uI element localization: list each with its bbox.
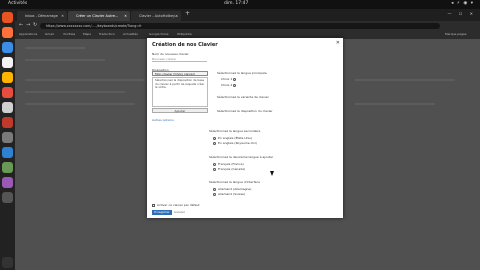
code-icon[interactable]: [2, 147, 13, 158]
more-options-link[interactable]: Autres options: [152, 118, 174, 122]
background-row: [25, 91, 125, 93]
clock[interactable]: dim. 17:47: [224, 1, 248, 6]
bookmark[interactable]: Applications: [19, 32, 37, 36]
mail-icon[interactable]: [2, 42, 13, 53]
dock: [0, 9, 15, 270]
second-language-heading: Sélectionnez la deuxième langue à ajoute…: [209, 155, 274, 159]
system-tray[interactable]: ◂ ⚡ ◉ ▾: [451, 1, 474, 6]
mouse-cursor-icon: [270, 171, 274, 176]
reload-icon[interactable]: ↻: [33, 22, 37, 28]
settings-icon[interactable]: [2, 102, 13, 113]
create-keyboard-dialog: Création de nos Clavier ✕ Nom du nouveau…: [147, 38, 343, 218]
tool-icon[interactable]: [2, 192, 13, 203]
secondary-option[interactable]: En anglais (États-Unis): [213, 136, 252, 140]
variant-heading: Sélectionnez la variante de clavier: [217, 95, 269, 99]
address-bar: ← → ↻ https://www.xxxxxxxx.com/...../key…: [15, 21, 480, 31]
background-row: [25, 79, 145, 81]
bookmark[interactable]: Wikipédia: [177, 32, 192, 36]
close-icon[interactable]: ✕: [336, 40, 340, 46]
bookmark[interactable]: Traduction: [99, 32, 115, 36]
choice-2[interactable]: Choix 2: [221, 83, 238, 87]
choice-1[interactable]: Choix 1: [221, 77, 238, 81]
default-checkbox[interactable]: Activer ce clavier par défaut: [152, 203, 200, 207]
secondary-language-heading: Sélectionnez la langue secondaire: [209, 129, 261, 133]
background-row: [355, 103, 435, 105]
name-label: Nom du nouveau clavier: [152, 52, 189, 56]
forward-icon[interactable]: →: [26, 22, 30, 28]
interface-language-option[interactable]: Allemand (Suisse): [213, 192, 245, 196]
window-controls[interactable]: — ☐ ✕: [448, 11, 476, 16]
office-icon[interactable]: [2, 57, 13, 68]
second-language-option[interactable]: Français (France): [213, 162, 244, 166]
interface-language-heading: Sélectionnez la langue d'interface: [209, 180, 261, 184]
primary-language-heading: Sélectionnez la langue principale: [217, 71, 267, 75]
layout-heading: Sélectionnez la disposition du clavier: [217, 109, 273, 113]
secondary-option[interactable]: En anglais (Royaume-Uni): [213, 141, 257, 145]
second-language-option[interactable]: Français (Canada): [213, 167, 245, 171]
bookmark[interactable]: Actualités: [123, 32, 138, 36]
interface-language-option[interactable]: Allemand (Allemagne): [213, 187, 251, 191]
new-tab-button[interactable]: +: [185, 10, 190, 17]
bookmark[interactable]: Gmail: [45, 32, 54, 36]
chat-icon[interactable]: [2, 177, 13, 188]
background-row: [355, 79, 455, 81]
background-row: [25, 47, 85, 49]
background-row: [25, 103, 135, 105]
terminal-icon[interactable]: [2, 132, 13, 143]
back-icon[interactable]: ←: [19, 22, 23, 28]
bookmark[interactable]: Marque-pages: [445, 32, 466, 36]
tab-strip: Inbox - Démarrage ✕ Créer un Clavier Autr…: [15, 9, 480, 21]
software-icon[interactable]: [2, 87, 13, 98]
cancel-button[interactable]: Annuler: [174, 210, 185, 215]
app-icon[interactable]: [2, 117, 13, 128]
url-input[interactable]: https://www.xxxxxxxx.com/...../keyboards…: [40, 23, 440, 29]
name-underline: [152, 61, 207, 62]
dialog-title: Création de nos Clavier: [152, 42, 218, 48]
firefox-icon[interactable]: [2, 12, 13, 23]
bookmark[interactable]: Google Drive: [149, 32, 169, 36]
activities-button[interactable]: Activités: [8, 1, 27, 6]
tab-create-keyboard[interactable]: Créer un Clavier Autre... ✕: [68, 11, 130, 21]
layout-select[interactable]: Mon-clavier (Choix clavier): [152, 71, 208, 76]
save-button[interactable]: Enregistrer: [152, 210, 172, 215]
files-icon[interactable]: [2, 72, 13, 83]
background-row: [25, 59, 105, 61]
system-top-bar: Activités dim. 17:47 ◂ ⚡ ◉ ▾: [0, 0, 480, 9]
tab-inbox[interactable]: Inbox - Démarrage ✕: [17, 11, 67, 21]
game-icon[interactable]: [2, 162, 13, 173]
tab-keyboard[interactable]: Clavier - AutoHotkey... ✕: [131, 11, 181, 21]
layout-description[interactable]: Sélectionnez la disposition de base du c…: [152, 77, 208, 107]
bookmark[interactable]: YouTube: [63, 32, 75, 36]
bookmark[interactable]: Maps: [83, 32, 91, 36]
browser-icon[interactable]: [2, 27, 13, 38]
show-apps-icon[interactable]: [2, 257, 13, 268]
add-button[interactable]: Ajouter: [152, 108, 208, 113]
